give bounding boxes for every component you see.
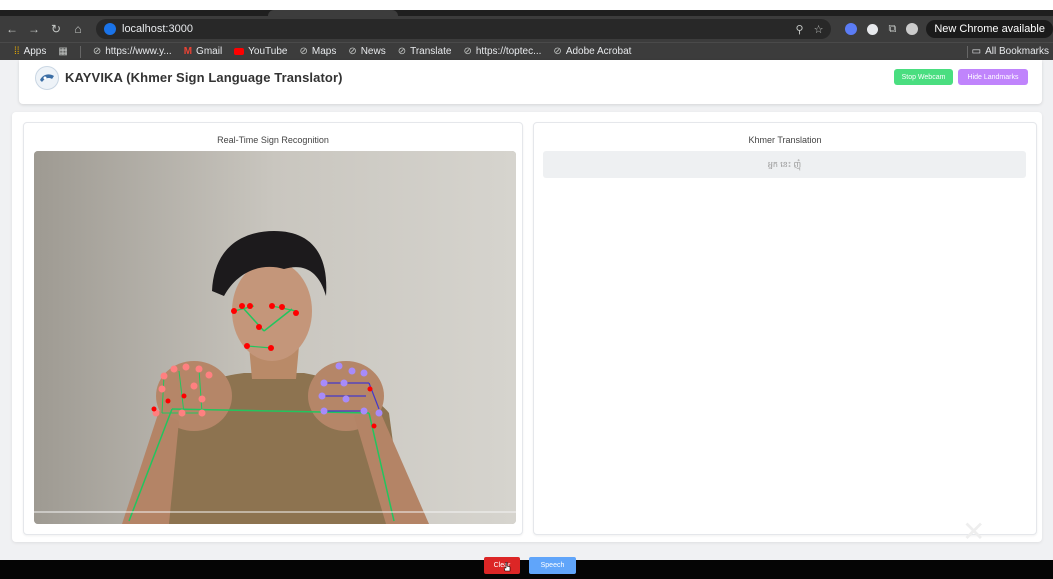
hide-landmarks-button[interactable]: Hide Landmarks [958, 69, 1028, 85]
page-title: KAYVIKA (Khmer Sign Language Translator) [65, 70, 343, 85]
bookmark-item[interactable]: ⊘ https://toptec... [463, 46, 541, 57]
extension-icon[interactable] [845, 23, 858, 35]
main-card: Real-Time Sign Recognition Khmer Transla… [12, 112, 1042, 542]
bookmark-item[interactable]: ⊘ https://www.y... [93, 46, 172, 57]
bookmark-maps[interactable]: ⊘ Maps [299, 46, 336, 57]
profile-avatar[interactable] [906, 23, 919, 35]
speech-button[interactable]: Speech [529, 557, 576, 574]
globe-icon: ⊘ [463, 46, 472, 57]
logo-icon [35, 66, 59, 90]
divider [79, 45, 81, 58]
gmail-icon: M [183, 46, 193, 57]
site-info-icon[interactable] [104, 23, 116, 35]
translation-panel: Khmer Translation អ្នក​ នេះ​ ញុំ [533, 122, 1037, 535]
bookmark-star-icon[interactable]: ☆ [814, 23, 824, 36]
bookmark-grid[interactable]: ▦ [58, 46, 67, 57]
browser-toolbar: ← → ↻ ⌂ localhost:3000 ⚲ ☆ ⧉ New Chrome … [0, 16, 1053, 42]
bookmark-apps[interactable]: ⁞⁞ Apps [14, 46, 46, 57]
watermark-icon: ✕ [962, 516, 986, 547]
grid-icon: ▦ [58, 46, 68, 57]
forward-icon[interactable]: → [24, 19, 44, 39]
recognition-title: Real-Time Sign Recognition [217, 135, 329, 145]
all-bookmarks-button[interactable]: ▭ All Bookmarks [966, 45, 1053, 58]
globe-icon: ⊘ [348, 46, 357, 57]
app-page: KAYVIKA (Khmer Sign Language Translator)… [0, 60, 1053, 560]
address-bar[interactable]: localhost:3000 ⚲ ☆ [96, 19, 832, 39]
globe-icon: ⊘ [553, 46, 562, 57]
globe-icon: ⊘ [92, 46, 102, 57]
clear-button[interactable]: Clear [484, 557, 520, 574]
translation-title: Khmer Translation [748, 135, 822, 145]
bookmark-adobe[interactable]: ⊘ Adobe Acrobat [553, 46, 631, 57]
extensions-puzzle-icon[interactable]: ⧉ [888, 23, 896, 36]
address-url: localhost:3000 [122, 23, 193, 35]
home-icon[interactable]: ⌂ [68, 19, 88, 39]
webcam-video [34, 151, 516, 524]
webcam-feed [34, 151, 516, 524]
app-header: KAYVIKA (Khmer Sign Language Translator)… [19, 60, 1042, 104]
hand-cursor-icon [504, 562, 511, 572]
back-icon[interactable]: ← [2, 19, 22, 39]
translation-output: អ្នក​ នេះ​ ញុំ [543, 151, 1026, 178]
bottom-bar [0, 560, 1053, 579]
globe-icon: ⊘ [299, 46, 308, 57]
hand-logo-icon [40, 74, 54, 82]
reload-icon[interactable]: ↻ [46, 19, 66, 39]
chrome-update-chip[interactable]: New Chrome available [926, 20, 1053, 38]
extension-icon[interactable] [867, 23, 879, 35]
bookmark-gmail[interactable]: M Gmail [184, 46, 222, 57]
bookmark-news[interactable]: ⊘ News [348, 46, 385, 57]
stop-webcam-button[interactable]: Stop Webcam [894, 69, 953, 85]
bookmark-translate[interactable]: ⊘ Translate [398, 46, 452, 57]
folder-icon: ▭ [971, 46, 982, 57]
bookmarks-bar: ⁞⁞ Apps ▦ ⊘ https://www.y... M Gmail YouTub… [0, 42, 1053, 60]
bookmark-youtube[interactable]: YouTube [234, 46, 287, 57]
recognition-panel: Real-Time Sign Recognition [23, 122, 523, 535]
zoom-icon[interactable]: ⚲ [796, 23, 804, 36]
divider [966, 45, 968, 58]
apps-grid-icon: ⁞⁞ [14, 46, 20, 57]
globe-icon: ⊘ [397, 46, 407, 57]
youtube-icon [234, 48, 245, 55]
